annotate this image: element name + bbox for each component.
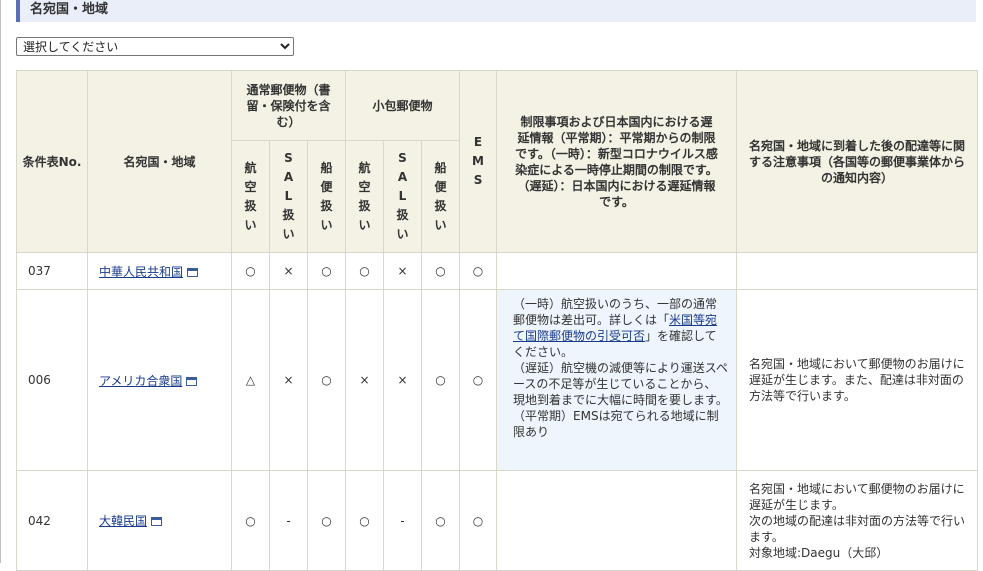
row-notice: 名宛国・地域において郵便物のお届けに遅延が生じます。 次の地域の配達は非対面の方… [736,470,979,571]
header-small-packet: 小包郵便物 [344,70,461,141]
header-normal-air: 航空扱い [231,140,270,253]
row-country: 大韓民国 [87,470,232,571]
mark-normal-sal: × [269,289,308,471]
header-normal-sal: SAL扱い [269,140,308,253]
country-link-usa[interactable]: アメリカ合衆国 [99,374,182,388]
header-ems-text: EMS [472,135,484,187]
country-link-korea[interactable]: 大韓民国 [99,514,147,528]
page-left-edge [0,0,1,563]
mark-normal-ship: ○ [307,470,346,571]
mark-packet-air: ○ [345,252,384,290]
header-notices: 名宛国・地域に到着した後の配達等に関する注意事項（各国等の郵便事業体からの通知内… [736,70,979,253]
country-link-china[interactable]: 中華人民共和国 [99,265,183,279]
new-window-icon [187,267,199,277]
row-restrictions [496,252,738,290]
section-heading: 名宛国・地域 [16,0,976,22]
header-packet-air: 航空扱い [345,140,384,253]
mark-packet-ship: ○ [420,252,461,290]
table-row: 006 アメリカ合衆国 △ × ○ × × ○ ○ （一時）航空扱いのうち、一部… [16,289,979,471]
header-normal-ship: 船便扱い [307,140,346,253]
section-heading-text: 名宛国・地域 [30,2,109,17]
mark-ems: ○ [459,289,498,471]
mark-packet-sal: × [383,289,422,471]
restriction-text-post: 」を確認してください。 （遅延）航空機の減便等により運送スペースの不足等が生じて… [513,329,728,439]
mark-packet-sal: - [383,470,422,571]
mark-packet-air: ○ [345,470,384,571]
restrictions-table: 条件表No. 名宛国・地域 通常郵便物（書留・保険付を含む） 小包郵便物 EMS… [16,70,979,571]
mark-normal-sal: × [269,252,308,290]
header-packet-air-text: 航空扱い [358,160,371,232]
mark-packet-ship: ○ [420,289,461,471]
header-packet-sal: SAL扱い [383,140,422,253]
row-code: 042 [16,470,88,571]
mark-normal-sal: - [269,470,308,571]
row-notice: 名宛国・地域において郵便物のお届けに遅延が生じます。また、配達は非対面の方法等で… [736,289,979,471]
header-normal-air-text: 航空扱い [244,160,257,232]
country-select[interactable]: 選択してください [16,37,294,56]
header-ems: EMS [459,70,498,253]
mark-packet-sal: × [383,252,422,290]
mark-ems: ○ [459,470,498,571]
mark-normal-air: ○ [231,470,270,571]
row-country: 中華人民共和国 [87,252,232,290]
header-packet-ship: 船便扱い [420,140,461,253]
mark-packet-air: × [345,289,384,471]
table-row: 037 中華人民共和国 ○ × ○ ○ × ○ ○ [16,252,979,290]
row-country: アメリカ合衆国 [87,289,232,471]
header-restrictions: 制限事項および日本国内における遅延情報（平常期）：平常期からの制限です。（一時）… [496,70,738,253]
mark-normal-ship: ○ [307,252,346,290]
row-code: 037 [16,252,88,290]
new-window-icon [151,517,163,526]
new-window-icon [186,376,198,386]
table-row: 042 大韓民国 ○ - ○ ○ - ○ ○ 名宛国・地域において郵便物のお届け… [16,470,979,571]
row-restrictions [496,470,738,571]
header-normal-ship-text: 船便扱い [320,160,333,232]
header-code: 条件表No. [16,70,88,253]
mark-normal-air: ○ [231,252,270,290]
row-restrictions: （一時）航空扱いのうち、一部の通常郵便物は差出可。詳しくは「米国等宛て国際郵便物… [496,289,738,471]
row-code: 006 [16,289,88,471]
row-notice [736,252,979,290]
mark-normal-ship: ○ [307,289,346,471]
header-normal-sal-text: SAL扱い [282,151,295,241]
header-packet-sal-text: SAL扱い [396,151,409,241]
header-packet-ship-text: 船便扱い [434,160,447,232]
mark-ems: ○ [459,252,498,290]
mark-normal-air: △ [231,289,270,471]
header-country: 名宛国・地域 [87,70,232,253]
mark-packet-ship: ○ [420,470,461,571]
header-normal-mail: 通常郵便物（書留・保険付を含む） [231,70,346,141]
